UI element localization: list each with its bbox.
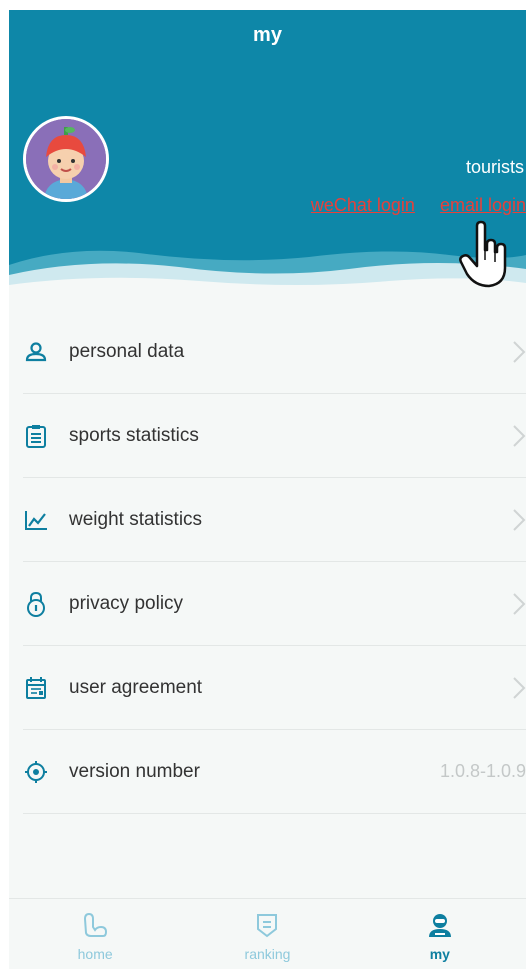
wechat-login-link[interactable]: weChat login: [311, 195, 415, 215]
tab-label: my: [429, 946, 450, 962]
menu-item-label: weight statistics: [69, 508, 203, 530]
settings-menu: personal data sports statistics weight s…: [23, 310, 526, 814]
login-links: weChat login email login: [291, 195, 526, 216]
tab-label: home: [77, 946, 113, 962]
menu-item-user-agreement[interactable]: user agreement: [23, 646, 526, 730]
menu-item-weight-statistics[interactable]: weight statistics: [23, 478, 526, 562]
menu-item-version-number: version number 1.0.8-1.0.9: [23, 730, 526, 814]
header-wave: [9, 250, 526, 315]
tab-label: ranking: [244, 946, 291, 962]
user-icon: [428, 914, 451, 937]
tab-ranking[interactable]: ranking: [181, 899, 353, 969]
chevron-right-icon: [513, 592, 526, 615]
menu-item-label: privacy policy: [69, 592, 184, 614]
arm-icon: [84, 912, 108, 937]
chevron-right-icon: [513, 424, 526, 447]
tab-my[interactable]: my: [354, 899, 526, 969]
line-chart-icon: [23, 507, 49, 533]
username-label: tourists: [465, 157, 524, 177]
email-login-link[interactable]: email login: [440, 195, 526, 215]
target-icon: [23, 759, 49, 785]
ranking-icon: [257, 914, 278, 938]
chevron-right-icon: [513, 508, 526, 531]
menu-item-personal-data[interactable]: personal data: [23, 310, 526, 394]
clipboard-icon: [23, 423, 49, 449]
hand-cursor-icon: [459, 220, 507, 288]
page-title: my: [253, 24, 282, 46]
avatar[interactable]: [23, 116, 109, 202]
person-icon: [23, 339, 49, 365]
avatar-illustration: [26, 119, 106, 199]
lock-icon: [23, 591, 49, 617]
bottom-tab-bar: home ranking my: [9, 898, 526, 969]
menu-item-privacy-policy[interactable]: privacy policy: [23, 562, 526, 646]
calendar-icon: [23, 675, 49, 701]
version-value: 1.0.8-1.0.9: [439, 761, 526, 781]
tab-home[interactable]: home: [9, 899, 181, 969]
menu-item-label: user agreement: [69, 676, 203, 698]
menu-item-label: sports statistics: [69, 424, 199, 446]
menu-item-label: personal data: [69, 340, 185, 362]
menu-item-label: version number: [69, 760, 200, 782]
menu-item-sports-statistics[interactable]: sports statistics: [23, 394, 526, 478]
app-screen: my tourists weChat login email login per…: [9, 10, 526, 969]
chevron-right-icon: [513, 676, 526, 699]
chevron-right-icon: [513, 340, 526, 363]
